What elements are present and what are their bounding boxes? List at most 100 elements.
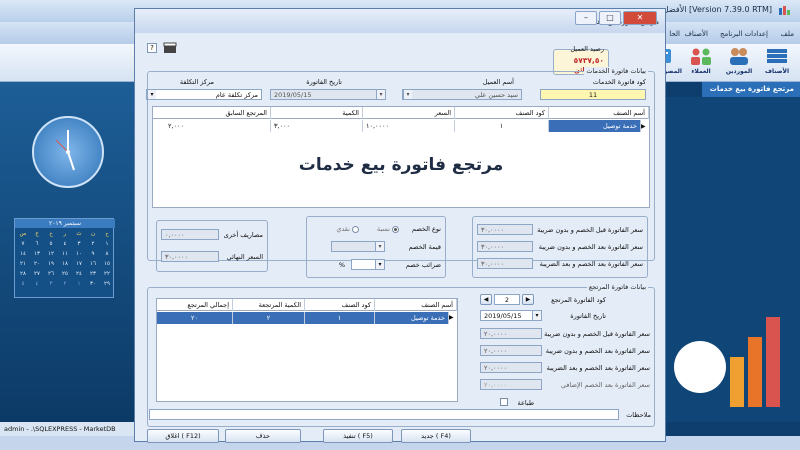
calendar-day[interactable]: ٢ [86, 239, 100, 249]
calendar-day[interactable]: ٢٣ [86, 269, 100, 279]
calendar-day[interactable]: ٣ [72, 239, 86, 249]
close-button[interactable]: ✕ [623, 11, 657, 25]
save-button[interactable]: تنفيذ ( F5) [323, 429, 393, 443]
next-record-button[interactable]: ▶ [522, 294, 534, 305]
table-row[interactable]: ▶ خدمة توصيل ١ ٢ ٢٠ [157, 312, 457, 324]
date-picker-icon[interactable]: ▾ [376, 90, 385, 99]
calendar-day[interactable]: ٥ [16, 279, 30, 289]
calendar-day[interactable]: ١ [100, 239, 114, 249]
discount-percent-radio[interactable] [392, 225, 399, 233]
calendar-day[interactable]: ٢٨ [16, 269, 30, 279]
previous-record-button[interactable]: ◀ [480, 294, 492, 305]
table-row[interactable]: ▶ خدمة توصيل ١ ١٠,٠٠٠٠ ٣,٠٠٠ ٢,٠٠٠ [153, 120, 649, 132]
column-header-price[interactable]: السعر [363, 107, 455, 119]
calendar-day[interactable]: ٦ [30, 239, 44, 249]
return-date-picker-icon[interactable]: ▾ [532, 311, 541, 320]
discount-value-input[interactable]: ▾ [331, 241, 385, 252]
discount-percent-label: نسبة [376, 225, 390, 233]
cell-returned-quantity[interactable]: ٢ [233, 312, 305, 324]
calendar-day[interactable]: ٨ [100, 249, 114, 259]
calendar-day[interactable]: ٢٠ [30, 259, 44, 269]
calendar-day[interactable]: ١٢ [44, 249, 58, 259]
column-header-return-item-code[interactable]: كود الصنف [305, 299, 375, 311]
cell-item-code[interactable]: ١ [455, 120, 549, 132]
customer-input[interactable]: سيد حسين علي ▾ [402, 89, 522, 100]
tax-discount-dropdown-icon[interactable]: ▾ [375, 260, 384, 269]
ribbon-items-button[interactable]: الأصناف [762, 46, 792, 80]
maximize-button[interactable]: □ [599, 11, 621, 25]
calendar-day[interactable]: ١٨ [58, 259, 72, 269]
calendar-day[interactable]: ٢٩ [100, 279, 114, 289]
calendar-day[interactable]: ١٤ [16, 249, 30, 259]
calendar-day[interactable]: ٥ [44, 239, 58, 249]
calendar-day[interactable]: ٢١ [16, 259, 30, 269]
calendar-day[interactable]: ١٦ [86, 259, 100, 269]
cost-center-select[interactable]: مركز تكلفة عام ▾ [146, 89, 262, 100]
menu-item-items[interactable]: الأصناف [685, 30, 708, 38]
cost-center-dropdown-icon[interactable]: ▾ [147, 90, 156, 99]
after-tax-value: ٣٠,٠٠٠٠ [477, 258, 533, 269]
column-header-returned-quantity[interactable]: الكمية المرتجعة [233, 299, 305, 311]
calendar-day[interactable]: ١٣ [30, 249, 44, 259]
cell-item-name[interactable]: خدمة توصيل [549, 120, 641, 132]
calendar-day[interactable]: ٢٢ [100, 269, 114, 279]
column-header-return-item-name[interactable]: أسم الصنف [375, 299, 457, 311]
calendar-day[interactable]: ١٧ [72, 259, 86, 269]
column-header-item-code[interactable]: كود الصنف [455, 107, 549, 119]
calendar-day[interactable]: ٣ [44, 279, 58, 289]
calendar-day[interactable]: ٣٠ [86, 279, 100, 289]
delete-button[interactable]: حذف [225, 429, 301, 443]
menu-item-more[interactable]: الحا [669, 30, 680, 38]
calendar-day[interactable]: ٢٧ [30, 269, 44, 279]
tax-discount-input[interactable]: ▾ [351, 259, 385, 270]
help-icon[interactable]: ? [147, 43, 157, 53]
calendar-day[interactable]: ١١ [58, 249, 72, 259]
menu-item-settings[interactable]: إعدادات البرنامج [720, 30, 768, 38]
document-tab[interactable]: مرتجع فاتورة بيع خدمات [702, 82, 800, 97]
return-code-input[interactable]: 2 [494, 294, 520, 305]
discount-value-dropdown-icon[interactable]: ▾ [375, 242, 384, 251]
print-checkbox[interactable] [500, 398, 508, 406]
discount-cash-option[interactable]: نقدي [336, 225, 359, 233]
minimize-button[interactable]: – [575, 11, 597, 25]
items-icon [767, 49, 787, 63]
discount-cash-radio[interactable] [352, 225, 359, 233]
cell-return-total[interactable]: ٢٠ [157, 312, 233, 324]
column-header-item-name[interactable]: أسم الصنف [549, 107, 649, 119]
calendar-day[interactable]: ١٩ [44, 259, 58, 269]
calendar-day[interactable]: ٧ [16, 239, 30, 249]
notes-input[interactable] [149, 409, 619, 420]
ribbon-suppliers-button[interactable]: الموردين [724, 46, 754, 80]
calendar-header[interactable]: سبتمبر ٢٠١٩ [15, 219, 115, 228]
column-header-previous-return[interactable]: المرتجع السابق [165, 107, 271, 119]
calendar-day[interactable]: ٢٦ [44, 269, 58, 279]
cell-quantity[interactable]: ٣,٠٠٠ [271, 120, 363, 132]
calendar-day[interactable]: ٩ [86, 249, 100, 259]
clapper-icon[interactable] [163, 42, 177, 54]
calendar-day[interactable]: ٤ [30, 279, 44, 289]
column-header-return-total[interactable]: إجمالي المرتجع [157, 299, 233, 311]
calendar-day[interactable]: ٢ [58, 279, 72, 289]
calendar-day[interactable]: ٢٥ [58, 269, 72, 279]
invoice-code-input[interactable]: 11 [540, 89, 646, 100]
calendar-day[interactable]: ١ [72, 279, 86, 289]
calendar-day[interactable]: ١٠ [72, 249, 86, 259]
discount-percent-option[interactable]: نسبة [377, 225, 399, 233]
other-expenses-input[interactable]: ٠,٠٠٠٠ [161, 229, 219, 240]
close-dialog-button[interactable]: اغلاق ( F12) [147, 429, 219, 443]
cell-price[interactable]: ١٠,٠٠٠٠ [363, 120, 455, 132]
new-button[interactable]: جديد ( F4) [401, 429, 471, 443]
cell-return-item-code[interactable]: ١ [305, 312, 375, 324]
column-header-quantity[interactable]: الكمية [271, 107, 363, 119]
calendar-day[interactable]: ٢٤ [72, 269, 86, 279]
invoice-date-input[interactable]: 2019/05/15 ▾ [270, 89, 386, 100]
calendar-day[interactable]: ١٥ [100, 259, 114, 269]
cell-previous-return[interactable]: ٢,٠٠٠ [165, 120, 271, 132]
calendar-grid: ح ن ث ر خ ج س ١ ٢ ٣ ٤ ٥ ٦ ٧ ٨ ٩ ١٠ ١١ ١٢ ١٣ ١٤ ١٥ ١٦ ١٧ ١٨ ١٩ ٢٠ ٢١… [16, 229, 114, 289]
cell-return-item-name[interactable]: خدمة توصيل [375, 312, 449, 324]
ribbon-customers-button[interactable]: العملاء [686, 46, 716, 80]
menu-item-file[interactable]: ملف [781, 30, 794, 38]
calendar-day[interactable]: ٤ [58, 239, 72, 249]
return-date-input[interactable]: 2019/05/15 ▾ [480, 310, 542, 321]
customer-dropdown-icon[interactable]: ▾ [403, 90, 412, 99]
